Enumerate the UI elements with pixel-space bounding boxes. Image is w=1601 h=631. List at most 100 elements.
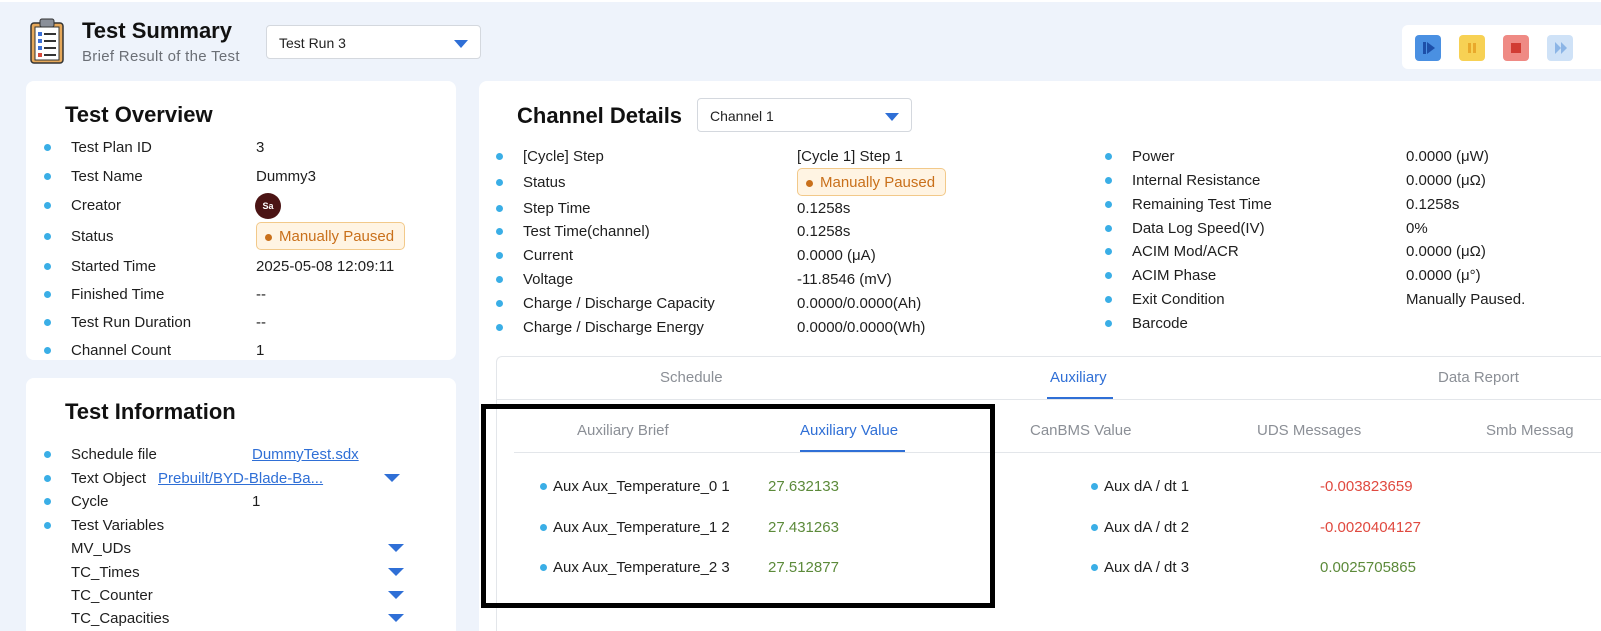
channel-value: Manually Paused. bbox=[1406, 291, 1526, 308]
overview-label: Test Run Duration bbox=[71, 314, 192, 331]
subtab-canbms-value[interactable]: CanBMS Value bbox=[1030, 422, 1131, 439]
variable-item: TC_Capacities bbox=[71, 610, 170, 627]
channel-label: Barcode bbox=[1132, 315, 1188, 332]
variable-item: TC_Counter bbox=[71, 587, 153, 604]
channel-label: [Cycle] Step bbox=[523, 148, 604, 165]
subtab-smb-messages[interactable]: Smb Messag bbox=[1486, 422, 1574, 439]
pause-button[interactable] bbox=[1459, 35, 1485, 61]
channel-label: Power bbox=[1132, 148, 1175, 165]
overview-value: -- bbox=[256, 286, 266, 303]
tab-divider bbox=[497, 399, 1601, 400]
aux-value: 27.512877 bbox=[768, 559, 839, 576]
chevron-down-icon bbox=[885, 113, 899, 121]
aux-value: 27.431263 bbox=[768, 519, 839, 536]
aux-rate-label: Aux dA / dt 1 bbox=[1104, 478, 1190, 495]
subtab-auxiliary-value[interactable]: Auxiliary Value bbox=[800, 422, 898, 439]
test-run-select-value: Test Run 3 bbox=[279, 35, 346, 51]
overview-value: 1 bbox=[256, 342, 265, 359]
channel-label: Current bbox=[523, 247, 574, 264]
chevron-down-icon[interactable] bbox=[388, 591, 404, 599]
overview-label: Creator bbox=[71, 197, 122, 214]
channel-label: Test Time(channel) bbox=[523, 223, 650, 240]
pause-icon bbox=[1468, 43, 1471, 53]
channel-label: Exit Condition bbox=[1132, 291, 1225, 308]
start-button[interactable] bbox=[1415, 35, 1441, 61]
text-object-link[interactable]: Prebuilt/BYD-Blade-Ba... bbox=[158, 470, 323, 487]
overview-value: Dummy3 bbox=[256, 168, 317, 185]
channel-value: 0.0000 (μA) bbox=[797, 247, 876, 264]
avatar[interactable]: Sa bbox=[255, 193, 281, 219]
test-run-select[interactable]: Test Run 3 bbox=[266, 25, 481, 59]
aux-value: 27.632133 bbox=[768, 478, 839, 495]
schedule-file-label: Schedule file bbox=[71, 446, 157, 463]
chevron-down-icon[interactable] bbox=[384, 474, 400, 482]
channel-value: 0.0000 (μ°) bbox=[1406, 267, 1481, 284]
stop-button[interactable] bbox=[1503, 35, 1529, 61]
page-subtitle: Brief Result of the Test bbox=[82, 48, 240, 65]
tab-schedule[interactable]: Schedule bbox=[660, 369, 723, 386]
tab-data-report[interactable]: Data Report bbox=[1438, 369, 1519, 386]
aux-rate-value: -0.0020404127 bbox=[1320, 519, 1421, 536]
aux-rate-value: 0.0025705865 bbox=[1320, 559, 1416, 576]
channel-value: 0.0000/0.0000(Ah) bbox=[797, 295, 922, 312]
overview-label: Test Name bbox=[71, 168, 143, 185]
stop-icon bbox=[1511, 43, 1521, 53]
channel-value: 0.0000 (μΩ) bbox=[1406, 172, 1486, 189]
chevron-down-icon[interactable] bbox=[388, 544, 404, 552]
aux-label: Aux Aux_Temperature_2 3 bbox=[553, 559, 730, 576]
overview-label: Test Plan ID bbox=[71, 139, 152, 156]
clipboard-icon bbox=[30, 18, 64, 64]
aux-rate-label: Aux dA / dt 2 bbox=[1104, 519, 1190, 536]
overview-value: -- bbox=[256, 314, 266, 331]
overview-value: 3 bbox=[256, 139, 265, 156]
status-badge: Manually Paused bbox=[256, 222, 406, 250]
channel-label: Charge / Discharge Energy bbox=[523, 319, 704, 336]
channel-select[interactable]: Channel 1 bbox=[697, 98, 912, 132]
overview-label: Channel Count bbox=[71, 342, 172, 359]
channel-label: Internal Resistance bbox=[1132, 172, 1261, 189]
run-controls bbox=[1402, 25, 1601, 69]
variable-item: MV_UDs bbox=[71, 540, 132, 557]
cycle-value: 1 bbox=[252, 493, 261, 510]
aux-rate-value: -0.003823659 bbox=[1320, 478, 1413, 495]
overview-value: 2025-05-08 12:09:11 bbox=[256, 258, 395, 275]
channel-label: Remaining Test Time bbox=[1132, 196, 1272, 213]
channel-label: Status bbox=[523, 174, 566, 191]
status-badge: Manually Paused bbox=[797, 168, 947, 196]
schedule-file-link[interactable]: DummyTest.sdx bbox=[252, 446, 359, 463]
aux-label: Aux Aux_Temperature_1 2 bbox=[553, 519, 730, 536]
tab-auxiliary[interactable]: Auxiliary bbox=[1050, 369, 1107, 386]
channel-label: Data Log Speed(IV) bbox=[1132, 220, 1265, 237]
channel-label: Charge / Discharge Capacity bbox=[523, 295, 715, 312]
overview-label: Status bbox=[71, 228, 114, 245]
page-title: Test Summary bbox=[82, 18, 232, 43]
variable-item: TC_Times bbox=[71, 564, 140, 581]
channel-value: 0.1258s bbox=[797, 223, 851, 240]
channel-value: -11.8546 (mV) bbox=[797, 271, 892, 288]
text-object-label: Text Object bbox=[71, 470, 147, 487]
channel-details-title: Channel Details bbox=[517, 103, 683, 128]
channel-value: 0.0000 (μΩ) bbox=[1406, 243, 1486, 260]
overview-label: Started Time bbox=[71, 258, 157, 275]
channel-label: Step Time bbox=[523, 200, 591, 217]
chevron-down-icon[interactable] bbox=[388, 614, 404, 622]
channel-value: 0% bbox=[1406, 220, 1428, 237]
subtab-uds-messages[interactable]: UDS Messages bbox=[1257, 422, 1361, 439]
play-step-icon bbox=[1423, 42, 1426, 54]
test-information-title: Test Information bbox=[65, 399, 236, 424]
overview-label: Finished Time bbox=[71, 286, 165, 303]
chevron-down-icon[interactable] bbox=[388, 568, 404, 576]
test-variables-label: Test Variables bbox=[71, 517, 165, 534]
channel-value: 0.0000 (μW) bbox=[1406, 148, 1489, 165]
channel-label: Voltage bbox=[523, 271, 574, 288]
channel-value: 0.1258s bbox=[1406, 196, 1460, 213]
channel-value: [Cycle 1] Step 1 bbox=[797, 148, 903, 165]
test-overview-title: Test Overview bbox=[65, 102, 213, 127]
aux-rate-label: Aux dA / dt 3 bbox=[1104, 559, 1190, 576]
top-border bbox=[0, 0, 1601, 2]
channel-label: ACIM Mod/ACR bbox=[1132, 243, 1239, 260]
skip-button[interactable] bbox=[1547, 35, 1573, 61]
subtab-auxiliary-brief[interactable]: Auxiliary Brief bbox=[577, 422, 669, 439]
cycle-label: Cycle bbox=[71, 493, 109, 510]
channel-value: 0.1258s bbox=[797, 200, 851, 217]
